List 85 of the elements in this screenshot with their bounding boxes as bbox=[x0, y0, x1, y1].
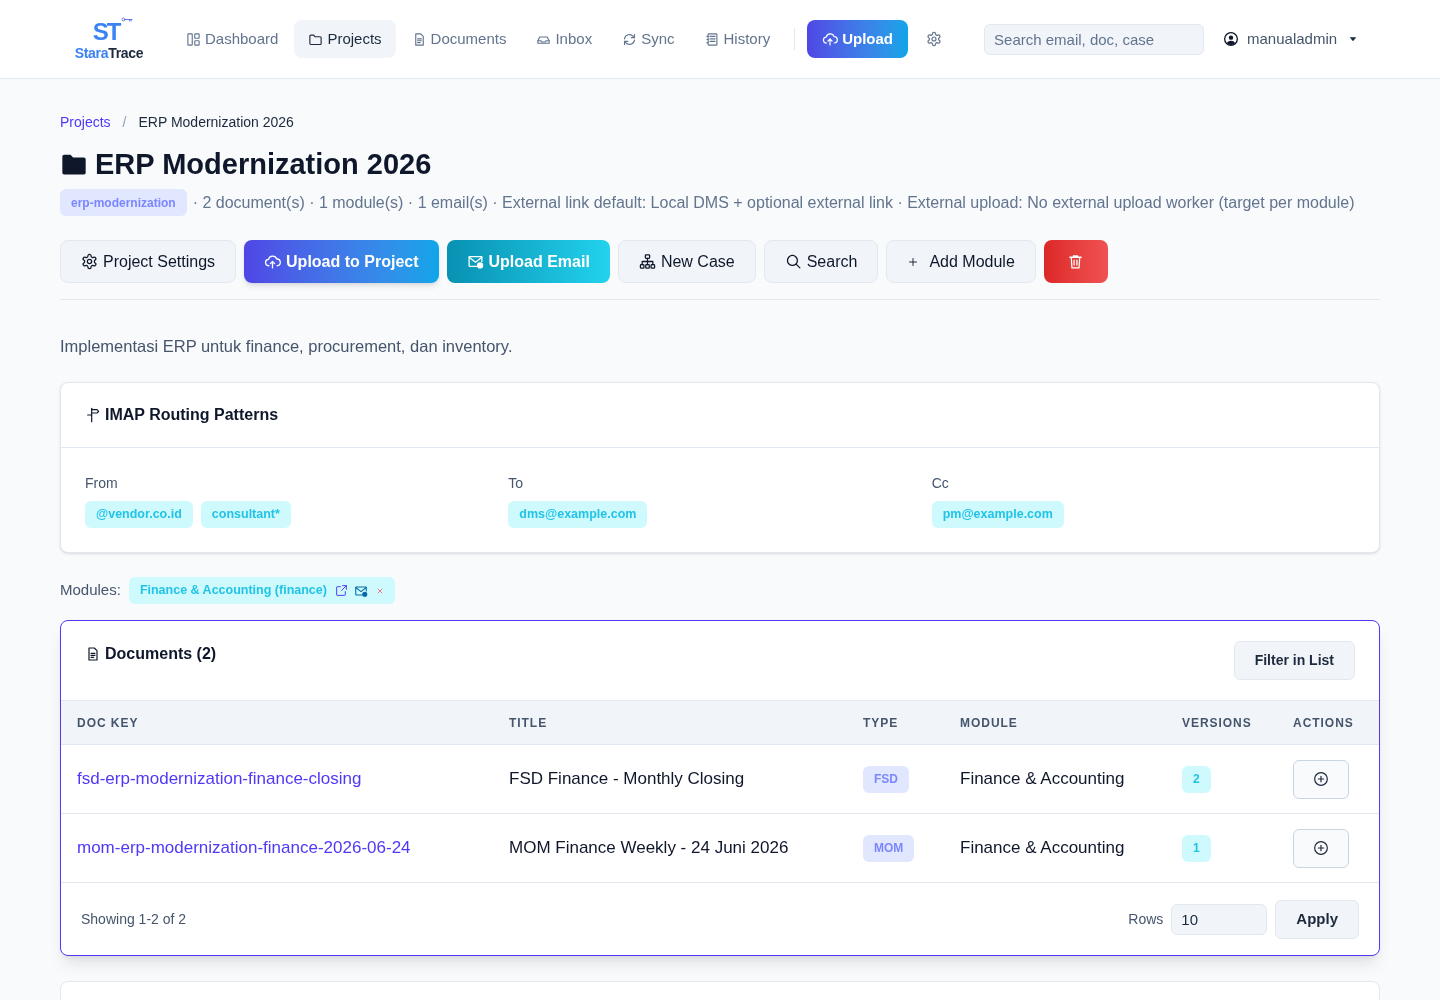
pattern-tag: pm@example.com bbox=[931, 501, 1064, 528]
pattern-tag: consultant* bbox=[200, 501, 291, 528]
nav-tab[interactable]: Dashboard bbox=[172, 20, 293, 58]
mail-icon bbox=[466, 253, 484, 270]
user-icon bbox=[1223, 31, 1240, 47]
layout-icon bbox=[186, 31, 201, 47]
close-icon bbox=[375, 586, 384, 595]
field-label: To bbox=[508, 474, 524, 492]
notebook-icon bbox=[704, 31, 720, 47]
doc-key-link[interactable]: fsd-erp-modernization-finance-closing bbox=[77, 769, 362, 789]
column-header: VERSIONS bbox=[1182, 714, 1252, 732]
column-header: ACTIONS bbox=[1293, 714, 1354, 732]
settings-icon bbox=[926, 31, 943, 47]
project-description: Implementasi ERP untuk finance, procurement, dan inventory. bbox=[60, 336, 514, 357]
version-badge: 1 bbox=[1182, 834, 1211, 862]
trash-icon bbox=[1067, 253, 1085, 270]
mail-icon bbox=[353, 583, 368, 598]
page-title: ERP Modernization 2026 bbox=[95, 147, 432, 182]
nav-tab[interactable]: Projects bbox=[294, 20, 396, 58]
search-button[interactable]: Search bbox=[763, 240, 879, 283]
apply-button[interactable]: Apply bbox=[1275, 899, 1359, 939]
logo-mark: ST bbox=[92, 20, 120, 44]
user-menu[interactable]: manualadmin bbox=[1223, 27, 1359, 51]
breadcrumb-current: ERP Modernization 2026 bbox=[138, 113, 294, 131]
open-link[interactable] bbox=[334, 584, 348, 597]
doc-key-link[interactable]: mom-erp-modernization-finance-2026-06-24 bbox=[77, 838, 411, 858]
column-header: TITLE bbox=[509, 714, 548, 732]
logo-text: StaraTrace bbox=[74, 44, 144, 62]
settings-button[interactable] bbox=[926, 31, 943, 47]
rows-field[interactable]: 10 bbox=[1171, 903, 1268, 935]
cloud-upload-icon bbox=[264, 253, 282, 270]
filter-button[interactable]: Filter in List bbox=[1233, 641, 1355, 680]
refresh-icon bbox=[622, 31, 638, 47]
pattern-tag: dms@example.com bbox=[508, 501, 648, 528]
field-label: From bbox=[85, 474, 118, 492]
table-cell-text: Finance & Accounting bbox=[960, 837, 1125, 860]
nav-tab[interactable]: History bbox=[690, 20, 785, 58]
card-title: Documents (2) bbox=[105, 644, 217, 664]
document-icon bbox=[85, 646, 101, 662]
table-cell-text: MOM Finance Weekly - 24 Juni 2026 bbox=[509, 837, 789, 860]
cloud-upload-icon bbox=[822, 31, 839, 47]
card-title: IMAP Routing Patterns bbox=[105, 405, 279, 425]
external-link-icon bbox=[334, 584, 348, 597]
version-badge: 2 bbox=[1182, 765, 1211, 793]
sitemap-icon bbox=[638, 253, 656, 270]
table-cell-text: FSD Finance - Monthly Closing bbox=[509, 768, 745, 791]
search-icon bbox=[784, 253, 802, 270]
add-version-button[interactable] bbox=[1293, 828, 1349, 868]
upload-to-project-button[interactable]: Upload to Project bbox=[244, 240, 439, 283]
type-badge: FSD bbox=[863, 765, 909, 793]
signpost-icon bbox=[85, 407, 101, 423]
key-icon bbox=[121, 17, 134, 22]
plus-circle-icon bbox=[1313, 840, 1329, 856]
search-field[interactable]: Search email, doc, case bbox=[984, 23, 1205, 55]
add-version-button[interactable] bbox=[1293, 759, 1349, 799]
new-case-button[interactable]: New Case bbox=[617, 240, 756, 283]
table-cell-text: Finance & Accounting bbox=[960, 768, 1125, 791]
project-meta: · 2 document(s) · 1 module(s) · 1 email(s) · External link default: Local DMS + optional external link · External upload: No external upload worker (target per module) bbox=[192, 192, 1355, 213]
add-module-button[interactable]: Add Module bbox=[886, 240, 1036, 283]
column-header: MODULE bbox=[960, 714, 1018, 732]
folder-icon bbox=[308, 31, 324, 47]
nav-tab[interactable]: Sync bbox=[608, 20, 689, 58]
slug-badge: erp-modernization bbox=[60, 189, 187, 216]
breadcrumb-separator: / bbox=[122, 113, 127, 131]
rows-label: Rows bbox=[1128, 909, 1164, 929]
nav-tab[interactable]: Inbox bbox=[522, 20, 607, 58]
settings-icon bbox=[81, 253, 98, 270]
pattern-tag: @vendor.co.id bbox=[85, 501, 193, 528]
breadcrumb-link[interactable]: Projects bbox=[60, 113, 111, 131]
nav-tab[interactable]: Documents bbox=[397, 20, 521, 58]
column-header: DOC KEY bbox=[77, 714, 139, 732]
pagination-summary: Showing 1-2 of 2 bbox=[81, 909, 187, 929]
upload-button[interactable]: Upload bbox=[807, 20, 909, 58]
caret-icon bbox=[1348, 36, 1359, 42]
type-badge: MOM bbox=[863, 834, 915, 862]
field-label: Cc bbox=[931, 474, 949, 492]
modules-label: Modules: bbox=[60, 580, 121, 601]
column-header: TYPE bbox=[863, 714, 899, 732]
project-settings-button[interactable]: Project Settings bbox=[60, 240, 237, 283]
remove-button[interactable] bbox=[375, 586, 384, 595]
email-link[interactable] bbox=[353, 583, 368, 598]
module-name: Finance & Accounting (finance) bbox=[139, 582, 327, 600]
plus-circle-icon bbox=[1313, 771, 1329, 787]
plus-icon bbox=[907, 255, 920, 268]
delete-button[interactable] bbox=[1043, 240, 1108, 283]
